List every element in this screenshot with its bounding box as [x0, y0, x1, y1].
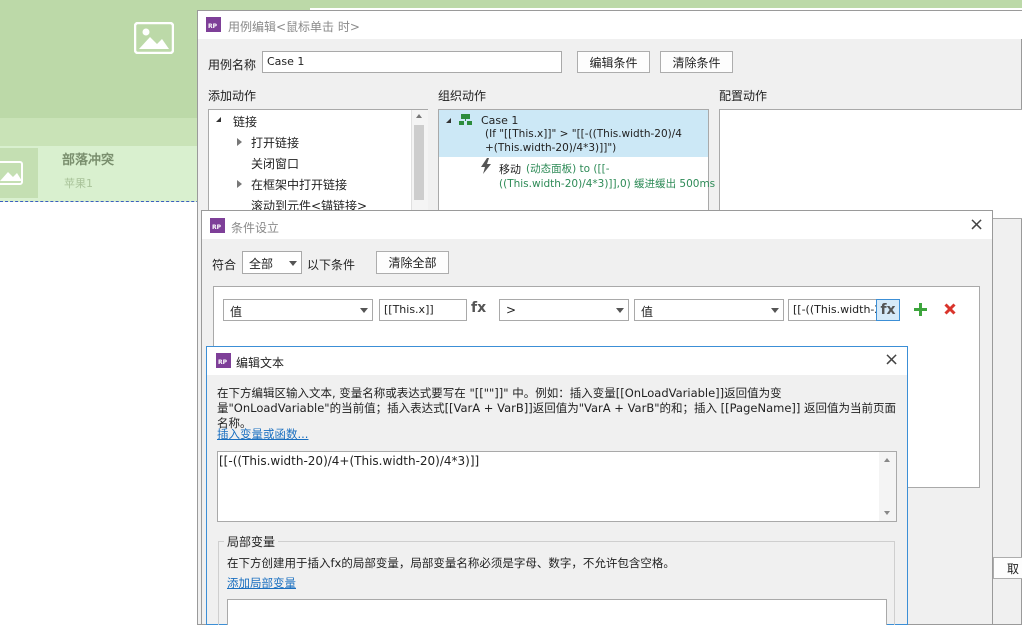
- background-top-strip: [310, 0, 1022, 8]
- case-name-input[interactable]: Case 1: [262, 51, 562, 73]
- chevron-down-icon: [771, 308, 779, 313]
- operator-select[interactable]: >: [499, 299, 629, 321]
- image-placeholder-icon: [134, 22, 174, 54]
- condition-close-icon[interactable]: ×: [969, 216, 984, 234]
- case-condition-line2: +(This.width-20)/4*3)]]"): [485, 142, 617, 154]
- edit-text-dialog-title: 编辑文本: [236, 356, 285, 370]
- tree-expanded-icon[interactable]: [216, 117, 221, 122]
- rp-app-icon: RP: [216, 353, 231, 368]
- tree-group-links[interactable]: 链接: [233, 113, 257, 130]
- fx-button-left[interactable]: fx: [471, 300, 486, 316]
- tree-collapsed-icon[interactable]: [237, 180, 242, 188]
- following-conditions-label: 以下条件: [307, 258, 356, 272]
- text-editor-value[interactable]: [[-((This.width-20)/4+(This.width-20)/4*…: [219, 454, 479, 468]
- thumb-image-icon: [0, 161, 23, 185]
- condition-dialog-titlebar[interactable]: [202, 211, 992, 239]
- tree-scroll-up-icon[interactable]: [416, 114, 422, 118]
- clear-condition-button[interactable]: 清除条件: [660, 51, 733, 73]
- clear-all-button[interactable]: 清除全部: [376, 251, 449, 274]
- right-type-value: 值: [641, 305, 654, 319]
- rp-app-icon: RP: [206, 17, 221, 32]
- local-variables-list[interactable]: [227, 599, 887, 625]
- chevron-down-icon: [360, 308, 368, 313]
- right-value-input[interactable]: [[-((This.width-20)/4*3)]]: [788, 299, 878, 321]
- right-type-select[interactable]: 值: [634, 299, 784, 321]
- tree-item-close-window[interactable]: 关闭窗口: [251, 155, 299, 172]
- case-label: Case 1: [481, 114, 519, 127]
- action-detail-line2: ((This.width-20)/4*3)]],0) 缓进缓出 500ms: [499, 178, 716, 190]
- cancel-button-partial[interactable]: 取: [993, 557, 1022, 579]
- left-type-select[interactable]: 值: [223, 299, 373, 321]
- case-icon: [459, 114, 472, 125]
- condition-dialog-title: 条件设立: [231, 221, 280, 235]
- editor-scroll-up-icon[interactable]: [884, 458, 890, 462]
- edit-text-instructions: 在下方编辑区输入文本, 变量名称或表达式要写在 "[[""]]" 中。例如：插入…: [217, 386, 897, 430]
- case-expanded-icon[interactable]: [446, 118, 451, 123]
- left-type-value: 值: [230, 305, 243, 319]
- chevron-down-icon: [616, 308, 624, 313]
- configure-action-panel: [719, 109, 1022, 219]
- action-target: (动态面板) to ([[-: [526, 163, 610, 175]
- tree-collapsed-icon[interactable]: [237, 138, 242, 146]
- local-variables-desc: 在下方创建用于插入fx的局部变量，局部变量名称必须是字母、数字，不允许包含空格。: [227, 556, 675, 570]
- lightning-icon: [481, 158, 491, 174]
- add-action-header: 添加动作: [208, 89, 257, 103]
- action-name[interactable]: 移动: [499, 161, 521, 177]
- match-select[interactable]: 全部: [242, 251, 302, 274]
- tree-scroll-thumb[interactable]: [414, 125, 424, 200]
- local-variables-title: 局部变量: [224, 533, 279, 550]
- insert-variable-link[interactable]: 插入变量或函数...: [217, 426, 308, 442]
- left-value-input[interactable]: [[This.x]]: [379, 299, 467, 321]
- usecase-dialog-title: 用例编辑<鼠标单击 时>: [228, 20, 360, 34]
- add-condition-icon[interactable]: [914, 303, 927, 316]
- background-panel-title: 部落冲突: [62, 153, 115, 168]
- tree-item-open-in-frame[interactable]: 在框架中打开链接: [251, 176, 347, 193]
- tree-item-open-link[interactable]: 打开链接: [251, 134, 299, 151]
- edit-condition-button[interactable]: 编辑条件: [577, 51, 650, 73]
- case-name-label: 用例名称: [208, 58, 257, 72]
- chevron-down-icon: [289, 260, 297, 266]
- background-panel-subtitle: 苹果1: [64, 177, 93, 190]
- edit-text-close-icon[interactable]: ×: [884, 351, 899, 369]
- operator-value: >: [506, 303, 517, 317]
- add-local-variable-link[interactable]: 添加局部变量: [227, 575, 296, 591]
- delete-condition-icon[interactable]: [944, 303, 956, 315]
- match-select-value: 全部: [249, 257, 274, 271]
- fx-button-right[interactable]: fx: [876, 299, 900, 321]
- rp-app-icon: RP: [210, 218, 225, 233]
- edit-text-dialog-titlebar[interactable]: [207, 347, 907, 375]
- configure-action-header: 配置动作: [719, 89, 768, 103]
- case-condition-line1: (If "[[This.x]]" > "[[-((This.width-20)/…: [485, 128, 682, 140]
- organize-action-header: 组织动作: [438, 89, 487, 103]
- match-label: 符合: [212, 258, 237, 272]
- editor-scroll-down-icon[interactable]: [884, 511, 890, 515]
